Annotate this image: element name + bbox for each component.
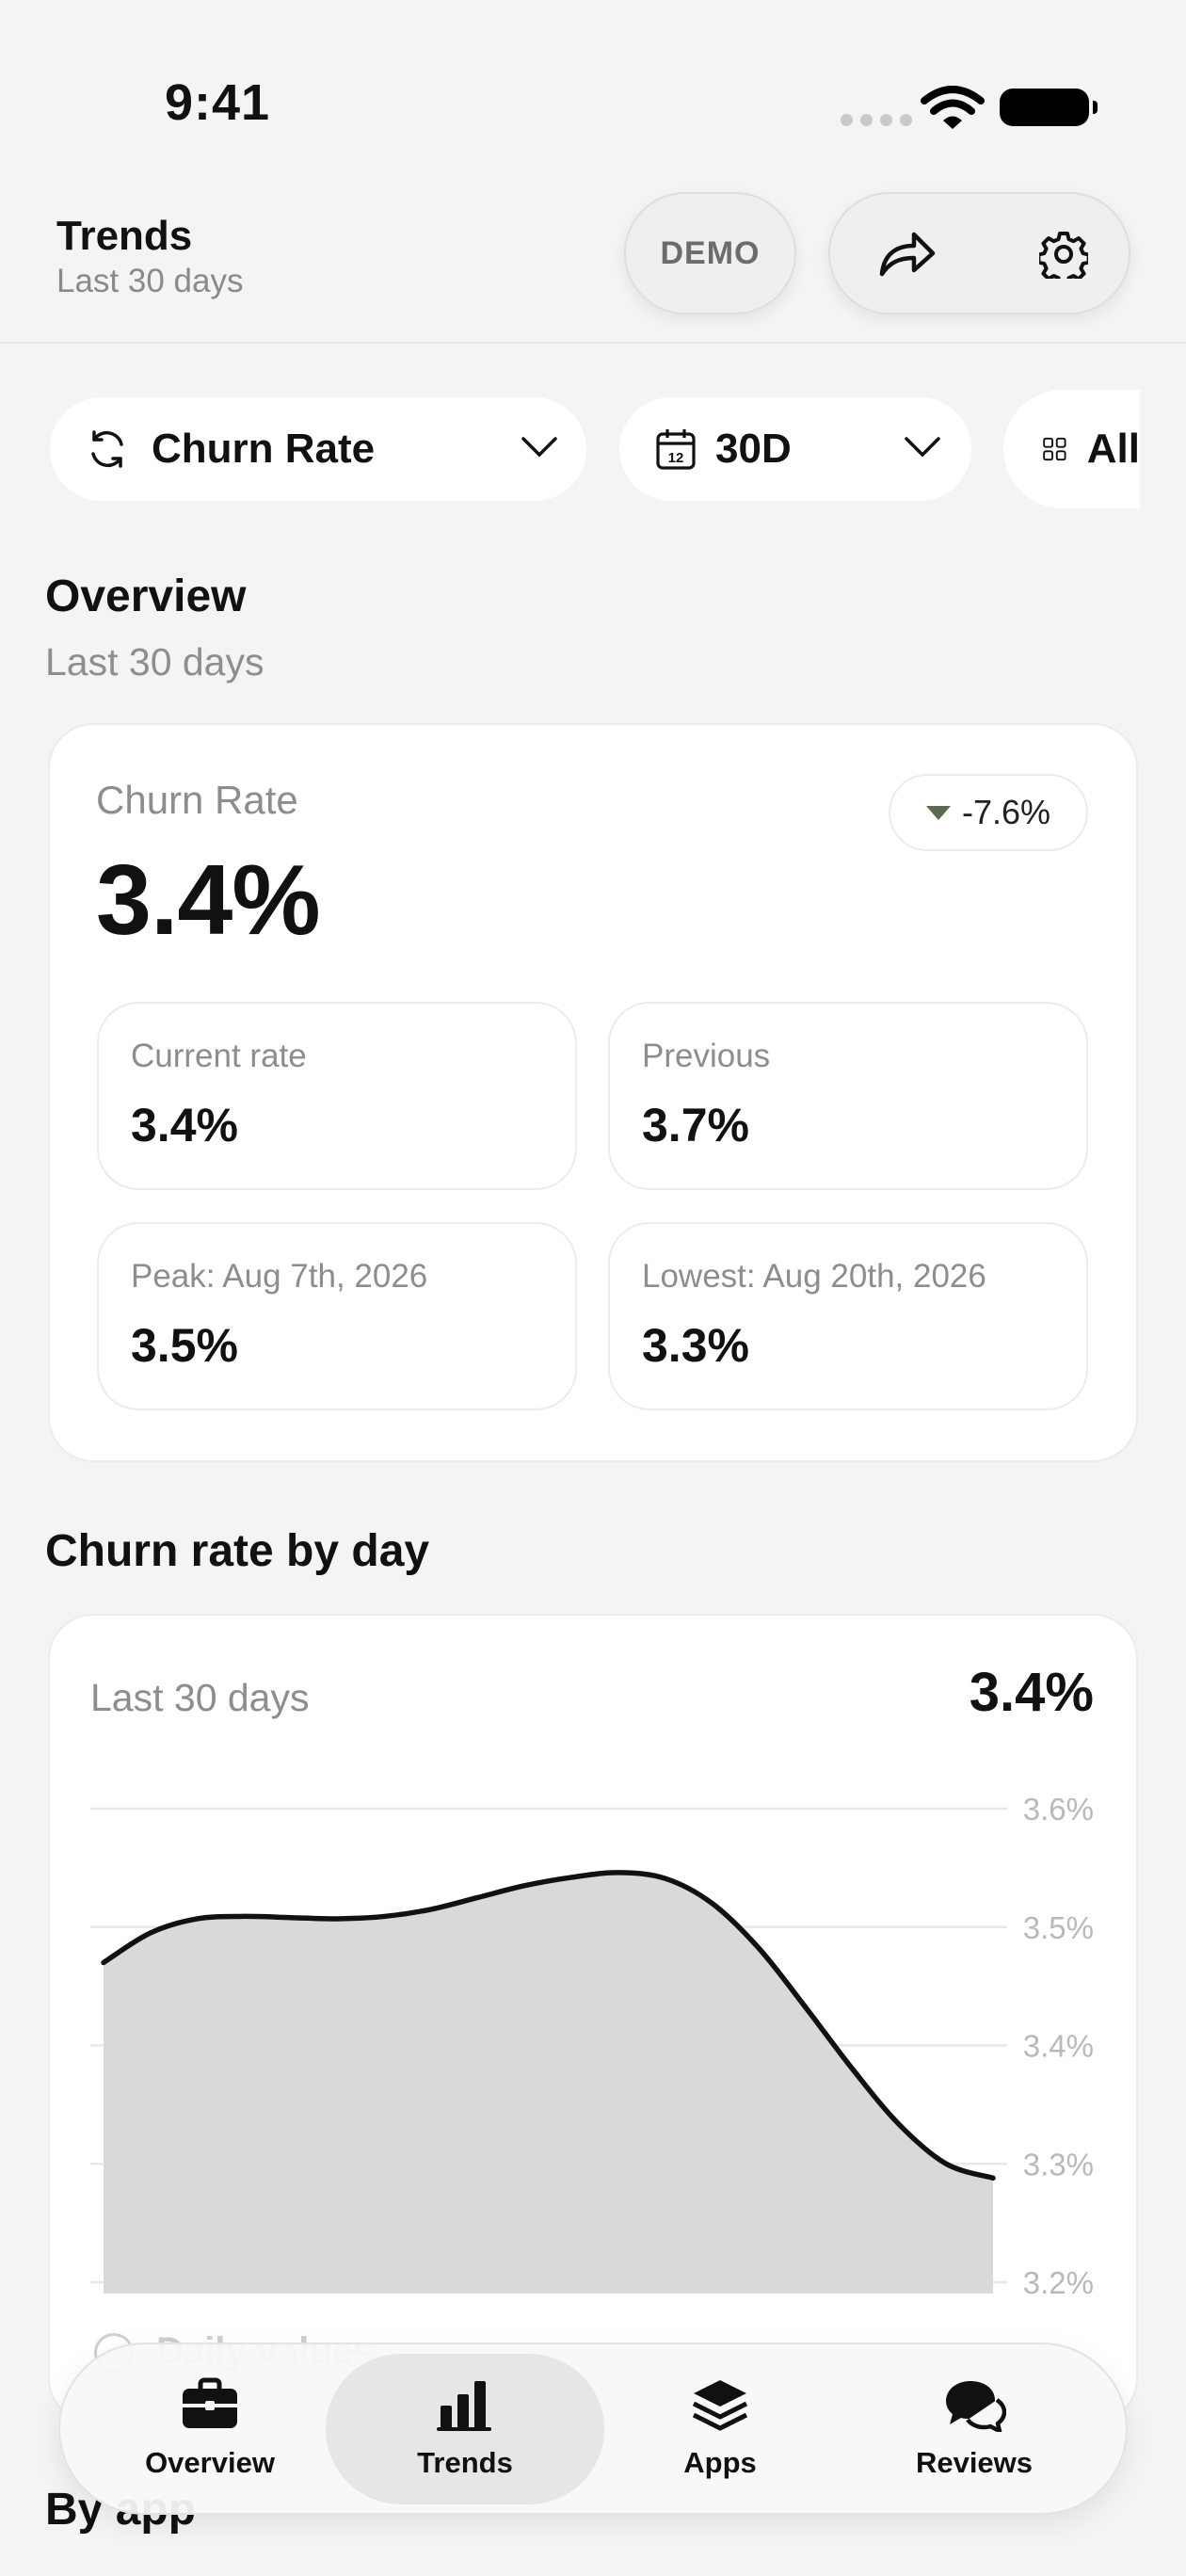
header-divider [0, 342, 1186, 344]
grid-icon [1043, 437, 1066, 461]
chart-current-value: 3.4% [969, 1662, 1094, 1723]
refresh-icon [91, 430, 123, 468]
stat-value: 3.5% [131, 1319, 238, 1372]
metric-filter-label: Churn Rate [152, 426, 376, 472]
battery-icon [1000, 89, 1098, 126]
delta-badge: -7.6% [889, 774, 1088, 851]
page-subtitle: Last 30 days [56, 263, 244, 299]
share-icon[interactable] [876, 227, 937, 280]
chart-section-title: Churn rate by day [45, 1526, 430, 1576]
tab-label: Reviews [915, 2446, 1034, 2479]
chart-card [48, 1614, 1138, 2423]
stat-current: Current rate 3.4% [97, 1002, 577, 1190]
stat-value: 3.3% [642, 1319, 749, 1372]
stat-value: 3.4% [131, 1099, 238, 1151]
stat-label: Current rate [131, 1038, 307, 1074]
stat-label: Peak: Aug 7th, 2026 [131, 1258, 428, 1295]
briefcase-icon [183, 2377, 237, 2428]
stat-peak: Peak: Aug 7th, 2026 3.5% [97, 1222, 577, 1410]
page-title: Trends [56, 213, 193, 259]
stat-label: Lowest: Aug 20th, 2026 [642, 1258, 986, 1295]
overview-subtitle: Last 30 days [45, 640, 264, 684]
chevron-down-icon [521, 437, 557, 458]
tab-label: Trends [417, 2446, 513, 2479]
calendar-icon: 12 [656, 429, 696, 470]
layers-icon [692, 2380, 748, 2431]
svg-text:12: 12 [668, 450, 684, 466]
down-triangle-icon [925, 805, 951, 820]
overview-title: Overview [45, 572, 247, 621]
apps-filter-label: All [1086, 426, 1140, 472]
metric-filter-dropdown[interactable]: Churn Rate [50, 397, 586, 501]
stat-label: Previous [642, 1038, 771, 1074]
bar-chart-icon [437, 2381, 491, 2431]
tab-label: Apps [683, 2446, 757, 2479]
status-dots [841, 114, 912, 126]
status-time: 9:41 [165, 74, 271, 131]
chevron-down-icon [905, 437, 940, 458]
gear-icon[interactable] [1039, 230, 1088, 279]
chart-range-label: Last 30 days [90, 1676, 310, 1719]
metric-value: 3.4% [96, 845, 321, 956]
chat-bubbles-icon [946, 2381, 1007, 2434]
wifi-icon [921, 86, 985, 129]
stat-value: 3.7% [642, 1099, 749, 1151]
stat-lowest: Lowest: Aug 20th, 2026 3.3% [608, 1222, 1088, 1410]
apps-filter-dropdown[interactable]: All [1003, 390, 1140, 508]
tab-label: Overview [145, 2446, 275, 2479]
tab-apps[interactable]: Apps [593, 2377, 847, 2480]
tab-overview[interactable]: Overview [83, 2377, 337, 2480]
demo-button[interactable]: DEMO [624, 192, 796, 314]
stat-previous: Previous 3.7% [608, 1002, 1088, 1190]
tab-reviews[interactable]: Reviews [847, 2377, 1101, 2480]
metric-label: Churn Rate [96, 778, 298, 822]
tab-trends[interactable]: Trends [338, 2377, 592, 2480]
date-range-label: 30D [715, 426, 792, 472]
delta-value: -7.6% [961, 793, 1051, 831]
date-range-dropdown[interactable]: 12 30D [619, 397, 971, 501]
